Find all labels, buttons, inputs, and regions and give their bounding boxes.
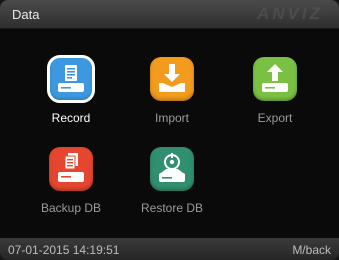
export-icon xyxy=(253,57,297,101)
back-hint: M/back xyxy=(292,243,331,257)
restore-db-label: Restore DB xyxy=(140,201,204,215)
title-bar: Data ANVIZ xyxy=(0,0,339,29)
import-app[interactable]: Import xyxy=(117,57,227,147)
import-label: Import xyxy=(154,111,189,125)
restore-db-icon xyxy=(150,147,194,191)
datetime-display: 07-01-2015 14:19:51 xyxy=(8,243,120,257)
record-icon xyxy=(47,55,95,103)
backup-db-icon xyxy=(49,147,93,191)
status-bar: 07-01-2015 14:19:51 M/back xyxy=(0,238,339,260)
import-icon xyxy=(150,57,194,101)
restore-db-app[interactable]: Restore DB xyxy=(117,147,227,237)
backup-db-app[interactable]: Backup DB xyxy=(16,147,126,237)
page-title: Data xyxy=(12,7,40,22)
brand-logo: ANVIZ xyxy=(257,4,323,23)
export-label: Export xyxy=(257,111,293,125)
record-label: Record xyxy=(51,111,91,125)
device-screen: Data ANVIZ Record Import Export Backup D… xyxy=(0,0,339,260)
backup-db-label: Backup DB xyxy=(40,201,102,215)
export-app[interactable]: Export xyxy=(220,57,330,147)
record-app[interactable]: Record xyxy=(16,55,126,147)
